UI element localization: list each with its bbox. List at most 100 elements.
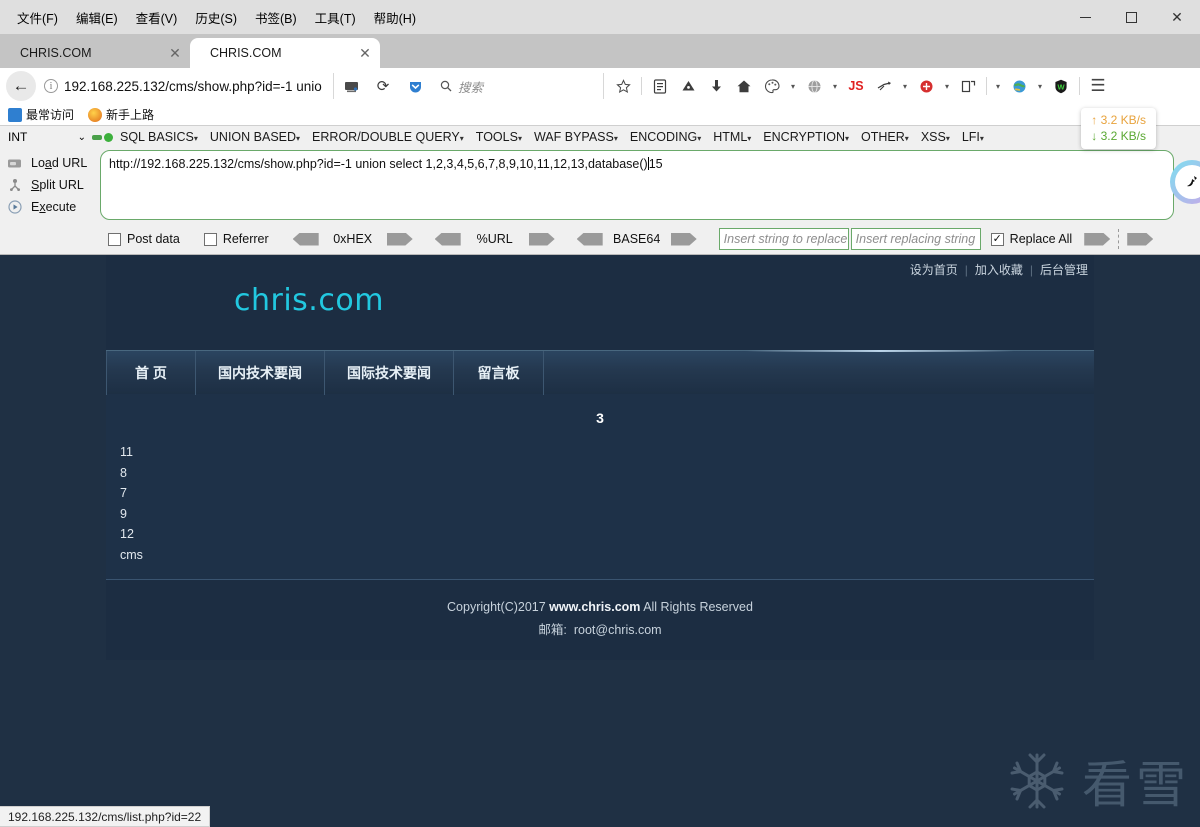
nav-item-guestbook[interactable]: 留言板 [454, 350, 544, 395]
load-url-icon [6, 155, 23, 171]
chevron-down-icon[interactable]: ▾ [1034, 82, 1046, 91]
hb-menu-html[interactable]: HTML▾ [708, 130, 756, 144]
earth-icon[interactable] [1006, 72, 1032, 100]
set-homepage-link[interactable]: 设为首页 [910, 261, 958, 278]
menu-item-help[interactable]: 帮助(H) [365, 5, 425, 30]
hb-menu-encryption[interactable]: ENCRYPTION▾ [758, 130, 854, 144]
encode-url-button[interactable] [528, 232, 555, 246]
chevron-down-icon[interactable]: ▾ [899, 82, 911, 91]
url-text: 192.168.225.132/cms/show.php?id=-1 unio [63, 78, 322, 94]
download-icon[interactable] [703, 72, 729, 100]
tamper-icon[interactable] [913, 72, 939, 100]
minimize-button[interactable] [1062, 0, 1108, 34]
replace-to-input[interactable]: Insert replacing string [850, 228, 981, 250]
decode-url-button[interactable] [434, 232, 461, 246]
referrer-label: Referrer [222, 232, 269, 246]
post-data-option[interactable]: Post data [108, 232, 180, 246]
menu-icon[interactable]: ☰ [1085, 72, 1111, 100]
admin-panel-link[interactable]: 后台管理 [1040, 261, 1088, 278]
nav-item-international-news[interactable]: 国际技术要闻 [325, 350, 454, 395]
hb-menu-encoding[interactable]: ENCODING▾ [625, 130, 706, 144]
chevron-down-icon[interactable]: ▾ [992, 82, 1004, 91]
encode-hex-button[interactable] [386, 232, 413, 246]
load-url-button[interactable]: Load URL [0, 152, 100, 174]
save-page-icon[interactable] [675, 72, 701, 100]
referrer-checkbox[interactable] [203, 232, 217, 246]
site-header: 设为首页 | 加入收藏 | 后台管理 chris.com [106, 255, 1094, 350]
injection-type-select[interactable]: INT ⌄ [4, 128, 90, 146]
sql-injection-result: 3 11 8 7 9 12 cms [106, 394, 1094, 580]
home-icon[interactable] [731, 72, 757, 100]
encode-base64-button[interactable] [670, 232, 697, 246]
add-favorite-link[interactable]: 加入收藏 [975, 261, 1023, 278]
back-icon[interactable]: ← [6, 71, 36, 101]
decode-hex-button[interactable] [292, 232, 319, 246]
chevron-down-icon[interactable]: ▾ [941, 82, 953, 91]
widget-inner-icon [1175, 165, 1200, 199]
hb-menu-sql-basics[interactable]: SQL BASICS▾ [115, 130, 203, 144]
menu-item-bookmarks[interactable]: 书签(B) [246, 5, 306, 30]
bookmark-most-visited[interactable]: 最常访问 [8, 106, 74, 123]
nav-item-home[interactable]: 首 页 [106, 350, 196, 395]
replace-from-input[interactable]: Insert string to replace [718, 228, 849, 250]
library-icon[interactable] [647, 72, 673, 100]
menu-item-edit[interactable]: 编辑(E) [67, 5, 127, 30]
hb-menu-tools[interactable]: TOOLS▾ [471, 130, 527, 144]
referrer-option[interactable]: Referrer [203, 232, 269, 246]
toolbar-icons: ▾ ▾ JS ▾ ▾ ▾ ▾ W ☰ [606, 72, 1111, 100]
split-url-button[interactable]: Split URL [0, 174, 100, 196]
encoder-hex: 0xHEX [292, 232, 413, 246]
replace-apply-button[interactable] [1084, 232, 1111, 246]
decode-base64-button[interactable] [576, 232, 603, 246]
chevron-down-icon[interactable]: ▾ [829, 82, 841, 91]
divider [1118, 229, 1120, 249]
reader-mode-icon[interactable] [336, 71, 366, 101]
hb-menu-other[interactable]: OTHER▾ [856, 130, 914, 144]
tab-chris-1[interactable]: CHRIS.COM ✕ [0, 38, 190, 68]
replace-all-option[interactable]: ✓ Replace All [990, 232, 1072, 246]
tab-chris-2[interactable]: CHRIS.COM ✕ [190, 38, 380, 68]
site-logo[interactable]: chris.com [234, 283, 384, 318]
bookmark-getting-started[interactable]: 新手上路 [88, 106, 154, 123]
site-info-icon[interactable]: i [44, 79, 58, 93]
search-input[interactable]: 搜索 [432, 73, 604, 99]
menu-item-view[interactable]: 查看(V) [127, 5, 187, 30]
hb-menu-waf-bypass[interactable]: WAF BYPASS▾ [529, 130, 623, 144]
maximize-button[interactable] [1108, 0, 1154, 34]
close-window-button[interactable]: ✕ [1154, 0, 1200, 34]
replace-all-checkbox[interactable]: ✓ [990, 232, 1004, 246]
most-visited-icon [8, 107, 22, 122]
js-icon[interactable]: JS [843, 72, 869, 100]
chevron-down-icon: ⌄ [77, 131, 86, 143]
palette-icon[interactable] [759, 72, 785, 100]
bookmark-label: 新手上路 [106, 108, 155, 122]
menu-item-history[interactable]: 历史(S) [186, 5, 246, 30]
copy-icon[interactable] [955, 72, 981, 100]
globe-icon[interactable] [801, 72, 827, 100]
replace-apply-all-button[interactable] [1127, 232, 1154, 246]
menu-item-file[interactable]: 文件(F) [8, 5, 67, 30]
close-icon[interactable]: ✕ [356, 45, 374, 62]
close-icon[interactable]: ✕ [166, 45, 184, 62]
hb-menu-error-double-query[interactable]: ERROR/DOUBLE QUERY▾ [307, 130, 469, 144]
hb-menu-lfi[interactable]: LFI▾ [957, 130, 989, 144]
hackbar-url-textarea[interactable]: http://192.168.225.132/cms/show.php?id=-… [100, 150, 1174, 220]
svg-text:W: W [1057, 82, 1065, 91]
reload-icon[interactable]: ⟳ [368, 71, 398, 101]
chevron-down-icon[interactable]: ▾ [787, 82, 799, 91]
pocket-icon[interactable] [400, 71, 430, 101]
minus-indicator-icon[interactable] [92, 134, 102, 140]
hb-menu-xss[interactable]: XSS▾ [916, 130, 955, 144]
post-data-checkbox[interactable] [108, 232, 121, 246]
noscript-icon[interactable] [871, 72, 897, 100]
address-bar[interactable]: i 192.168.225.132/cms/show.php?id=-1 uni… [38, 73, 334, 99]
footer-site-link: www.chris.com [549, 600, 641, 614]
hb-menu-union-based[interactable]: UNION BASED▾ [205, 130, 305, 144]
nav-item-domestic-news[interactable]: 国内技术要闻 [196, 350, 325, 395]
plus-indicator-icon[interactable] [104, 132, 113, 142]
shield-icon[interactable]: W [1048, 72, 1074, 100]
browser-navigation-bar: ← i 192.168.225.132/cms/show.php?id=-1 u… [0, 68, 1200, 104]
menu-item-tools[interactable]: 工具(T) [306, 5, 365, 30]
star-icon[interactable] [610, 72, 636, 100]
execute-button[interactable]: Execute [0, 196, 100, 218]
